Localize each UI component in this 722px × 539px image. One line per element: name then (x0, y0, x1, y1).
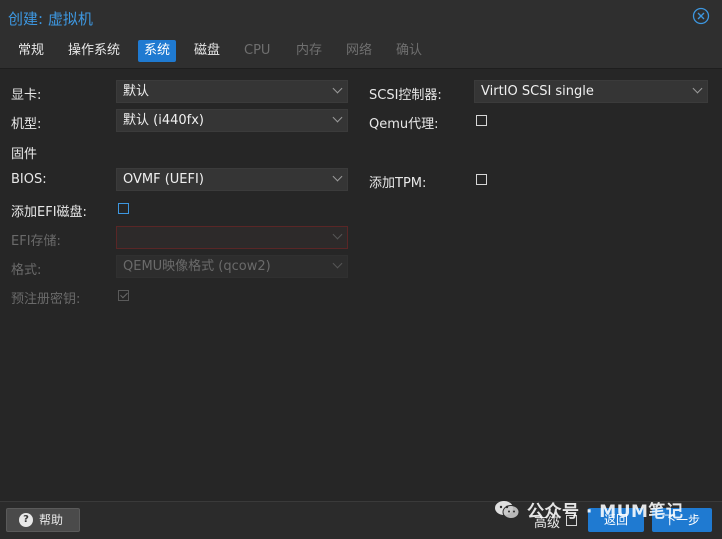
format-label: 格式: (11, 263, 42, 278)
add-efi-checkbox[interactable] (118, 203, 129, 214)
machine-select[interactable]: 默认 (i440fx) (116, 109, 348, 132)
bios-label: BIOS: (11, 172, 47, 187)
dialog-titlebar: 创建: 虚拟机 (0, 0, 722, 34)
tab-os[interactable]: 操作系统 (62, 40, 126, 62)
tab-system[interactable]: 系统 (138, 40, 177, 62)
question-icon: ? (19, 513, 33, 527)
help-button[interactable]: ? 帮助 (6, 508, 80, 532)
help-label: 帮助 (39, 513, 64, 527)
graphics-label: 显卡: (11, 88, 42, 103)
tab-network[interactable]: 网络 (340, 40, 378, 62)
wechat-icon (495, 501, 520, 519)
machine-value: 默认 (i440fx) (123, 113, 204, 128)
close-icon[interactable] (692, 7, 710, 25)
tab-confirm[interactable]: 确认 (390, 40, 428, 62)
chevron-down-icon (332, 258, 343, 269)
scsi-controller-value: VirtIO SCSI single (481, 84, 594, 99)
qemu-agent-checkbox[interactable] (476, 115, 487, 126)
format-value: QEMU映像格式 (qcow2) (123, 259, 271, 274)
pre-enroll-keys-checkbox[interactable] (118, 290, 129, 301)
format-select[interactable]: QEMU映像格式 (qcow2) (116, 255, 348, 278)
graphics-value: 默认 (123, 84, 150, 99)
chevron-down-icon (332, 229, 343, 240)
add-tpm-checkbox[interactable] (476, 174, 487, 185)
chevron-down-icon (332, 112, 343, 123)
tab-memory[interactable]: 内存 (290, 40, 328, 62)
efi-storage-select[interactable] (116, 226, 348, 249)
efi-storage-label: EFI存储: (11, 234, 61, 249)
bios-value: OVMF (UEFI) (123, 172, 204, 187)
machine-label: 机型: (11, 117, 42, 132)
scsi-controller-label: SCSI控制器: (369, 88, 442, 103)
qemu-agent-label: Qemu代理: (369, 117, 439, 132)
firmware-heading: 固件 (11, 147, 38, 162)
chevron-down-icon (692, 83, 703, 94)
chevron-down-icon (332, 83, 343, 94)
add-efi-label: 添加EFI磁盘: (11, 205, 87, 220)
dialog-title: 创建: 虚拟机 (8, 10, 93, 28)
tab-cpu[interactable]: CPU (238, 40, 276, 62)
scsi-controller-select[interactable]: VirtIO SCSI single (474, 80, 708, 103)
wizard-tabs: 常规 操作系统 系统 磁盘 CPU 内存 网络 确认 (0, 34, 722, 69)
watermark-text: 公众号 · MUM笔记 (527, 502, 684, 522)
bios-select[interactable]: OVMF (UEFI) (116, 168, 348, 191)
graphics-select[interactable]: 默认 (116, 80, 348, 103)
system-panel: 显卡: 默认 机型: 默认 (i440fx) 固件 BIOS: OVMF (UE… (0, 69, 722, 501)
pre-enroll-keys-label: 预注册密钥: (11, 292, 81, 307)
tab-disks[interactable]: 磁盘 (188, 40, 226, 62)
chevron-down-icon (332, 171, 343, 182)
add-tpm-label: 添加TPM: (369, 176, 427, 191)
tab-general[interactable]: 常规 (12, 40, 50, 62)
